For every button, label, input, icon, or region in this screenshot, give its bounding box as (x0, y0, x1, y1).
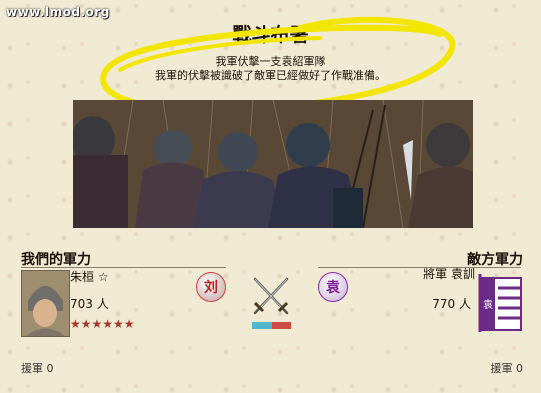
our-morale-bar (252, 322, 272, 329)
enemy-troop-count: 770 人 (432, 297, 471, 311)
enemy-general-name: 將軍 袁訓 (423, 267, 475, 281)
crossed-swords-icon (253, 277, 289, 315)
our-reinforcements: 援軍 0 (21, 362, 54, 375)
divider-right (318, 267, 521, 268)
our-clan-seal-icon: 刘 (196, 272, 226, 302)
our-general-name: 朱桓 ☆ (70, 270, 109, 284)
enemy-reinforcements: 援軍 0 (490, 362, 524, 375)
battle-scene-image (73, 100, 473, 228)
general-portrait[interactable] (21, 270, 70, 337)
our-forces-heading: 我們的軍力 (21, 252, 91, 268)
enemy-morale-bar (272, 322, 291, 329)
enemy-forces-heading: 敵方軍力 (467, 252, 523, 268)
banner-character: 袁 (483, 299, 493, 311)
our-troop-count: 703 人 (70, 297, 109, 311)
general-rank-stars: ★★★★★★ (70, 317, 135, 331)
enemy-clan-seal-icon: 袁 (318, 272, 348, 302)
divider-left (21, 267, 226, 268)
war-banner-icon: 袁 (478, 274, 522, 332)
